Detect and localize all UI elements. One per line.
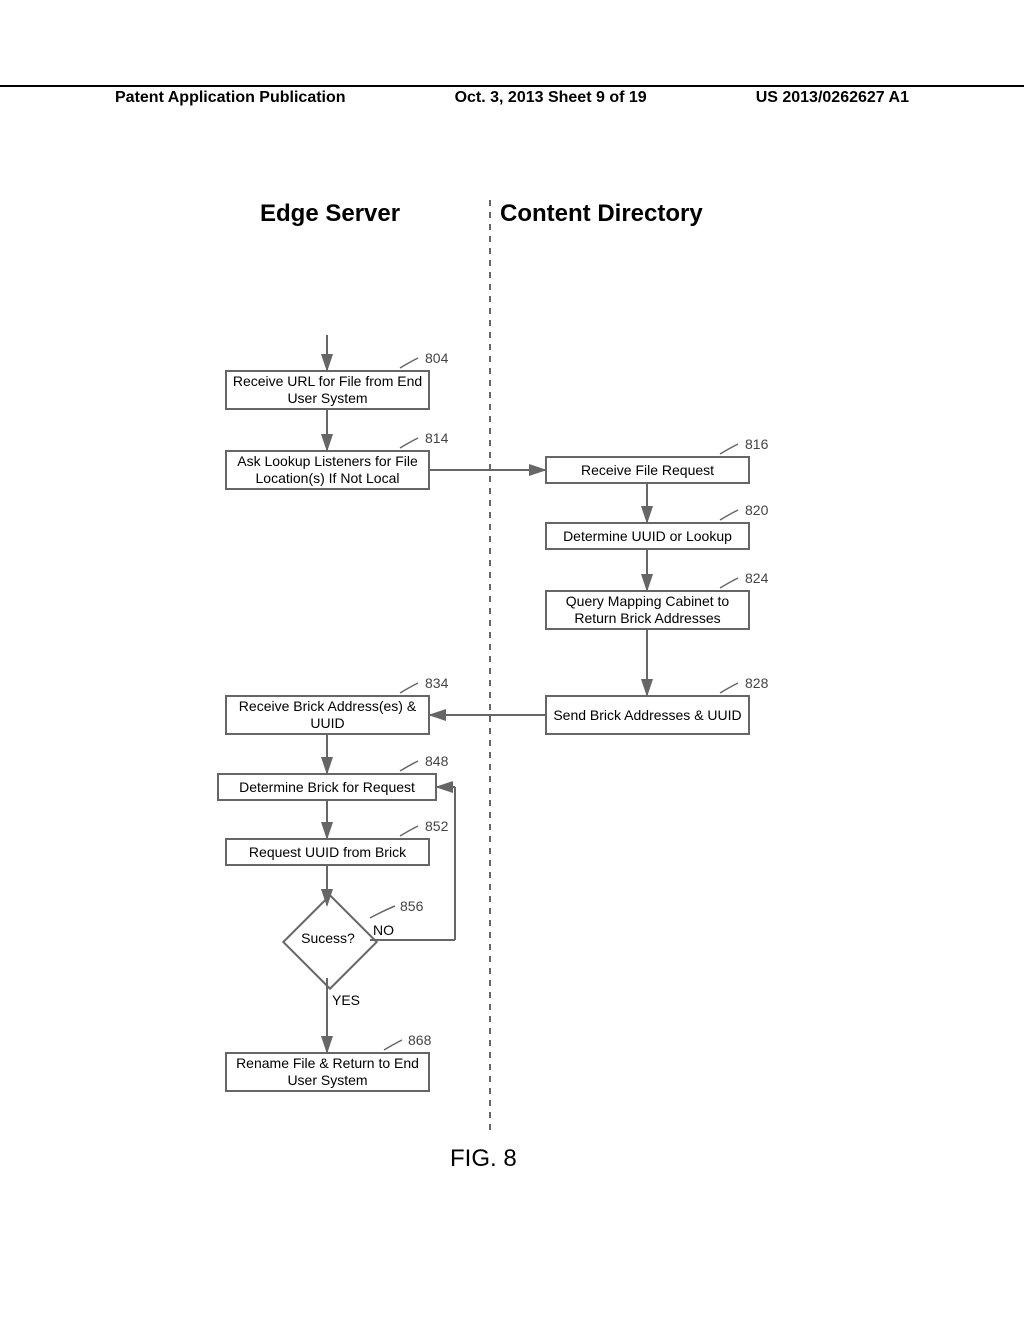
ref-868: 868 <box>408 1032 431 1048</box>
box-814: Ask Lookup Listeners for File Location(s… <box>225 450 430 490</box>
label-no: NO <box>373 922 394 938</box>
ref-848: 848 <box>425 753 448 769</box>
decision-856-label: Sucess? <box>283 930 373 946</box>
label-yes: YES <box>332 992 360 1008</box>
box-820: Determine UUID or Lookup <box>545 522 750 550</box>
title-content-directory: Content Directory <box>500 200 703 228</box>
figure-label: FIG. 8 <box>450 1145 517 1173</box>
ref-824: 824 <box>745 570 768 586</box>
page-header: Patent Application Publication Oct. 3, 2… <box>0 85 1024 107</box>
header-left: Patent Application Publication <box>115 89 346 107</box>
ref-828: 828 <box>745 675 768 691</box>
ref-804: 804 <box>425 350 448 366</box>
box-852: Request UUID from Brick <box>225 838 430 866</box>
title-edge-server: Edge Server <box>260 200 400 228</box>
decision-856: Sucess? <box>283 895 373 985</box>
ref-852: 852 <box>425 818 448 834</box>
flowchart-lines <box>0 0 1024 1320</box>
ref-834: 834 <box>425 675 448 691</box>
header-right: US 2013/0262627 A1 <box>756 89 909 107</box>
ref-816: 816 <box>745 436 768 452</box>
box-868: Rename File & Return to End User System <box>225 1052 430 1092</box>
box-804: Receive URL for File from End User Syste… <box>225 370 430 410</box>
box-824: Query Mapping Cabinet to Return Brick Ad… <box>545 590 750 630</box>
ref-820: 820 <box>745 502 768 518</box>
box-828: Send Brick Addresses & UUID <box>545 695 750 735</box>
ref-856: 856 <box>400 898 423 914</box>
header-middle: Oct. 3, 2013 Sheet 9 of 19 <box>455 89 647 107</box>
box-816: Receive File Request <box>545 456 750 484</box>
box-848: Determine Brick for Request <box>217 773 437 801</box>
box-834: Receive Brick Address(es) & UUID <box>225 695 430 735</box>
ref-814: 814 <box>425 430 448 446</box>
